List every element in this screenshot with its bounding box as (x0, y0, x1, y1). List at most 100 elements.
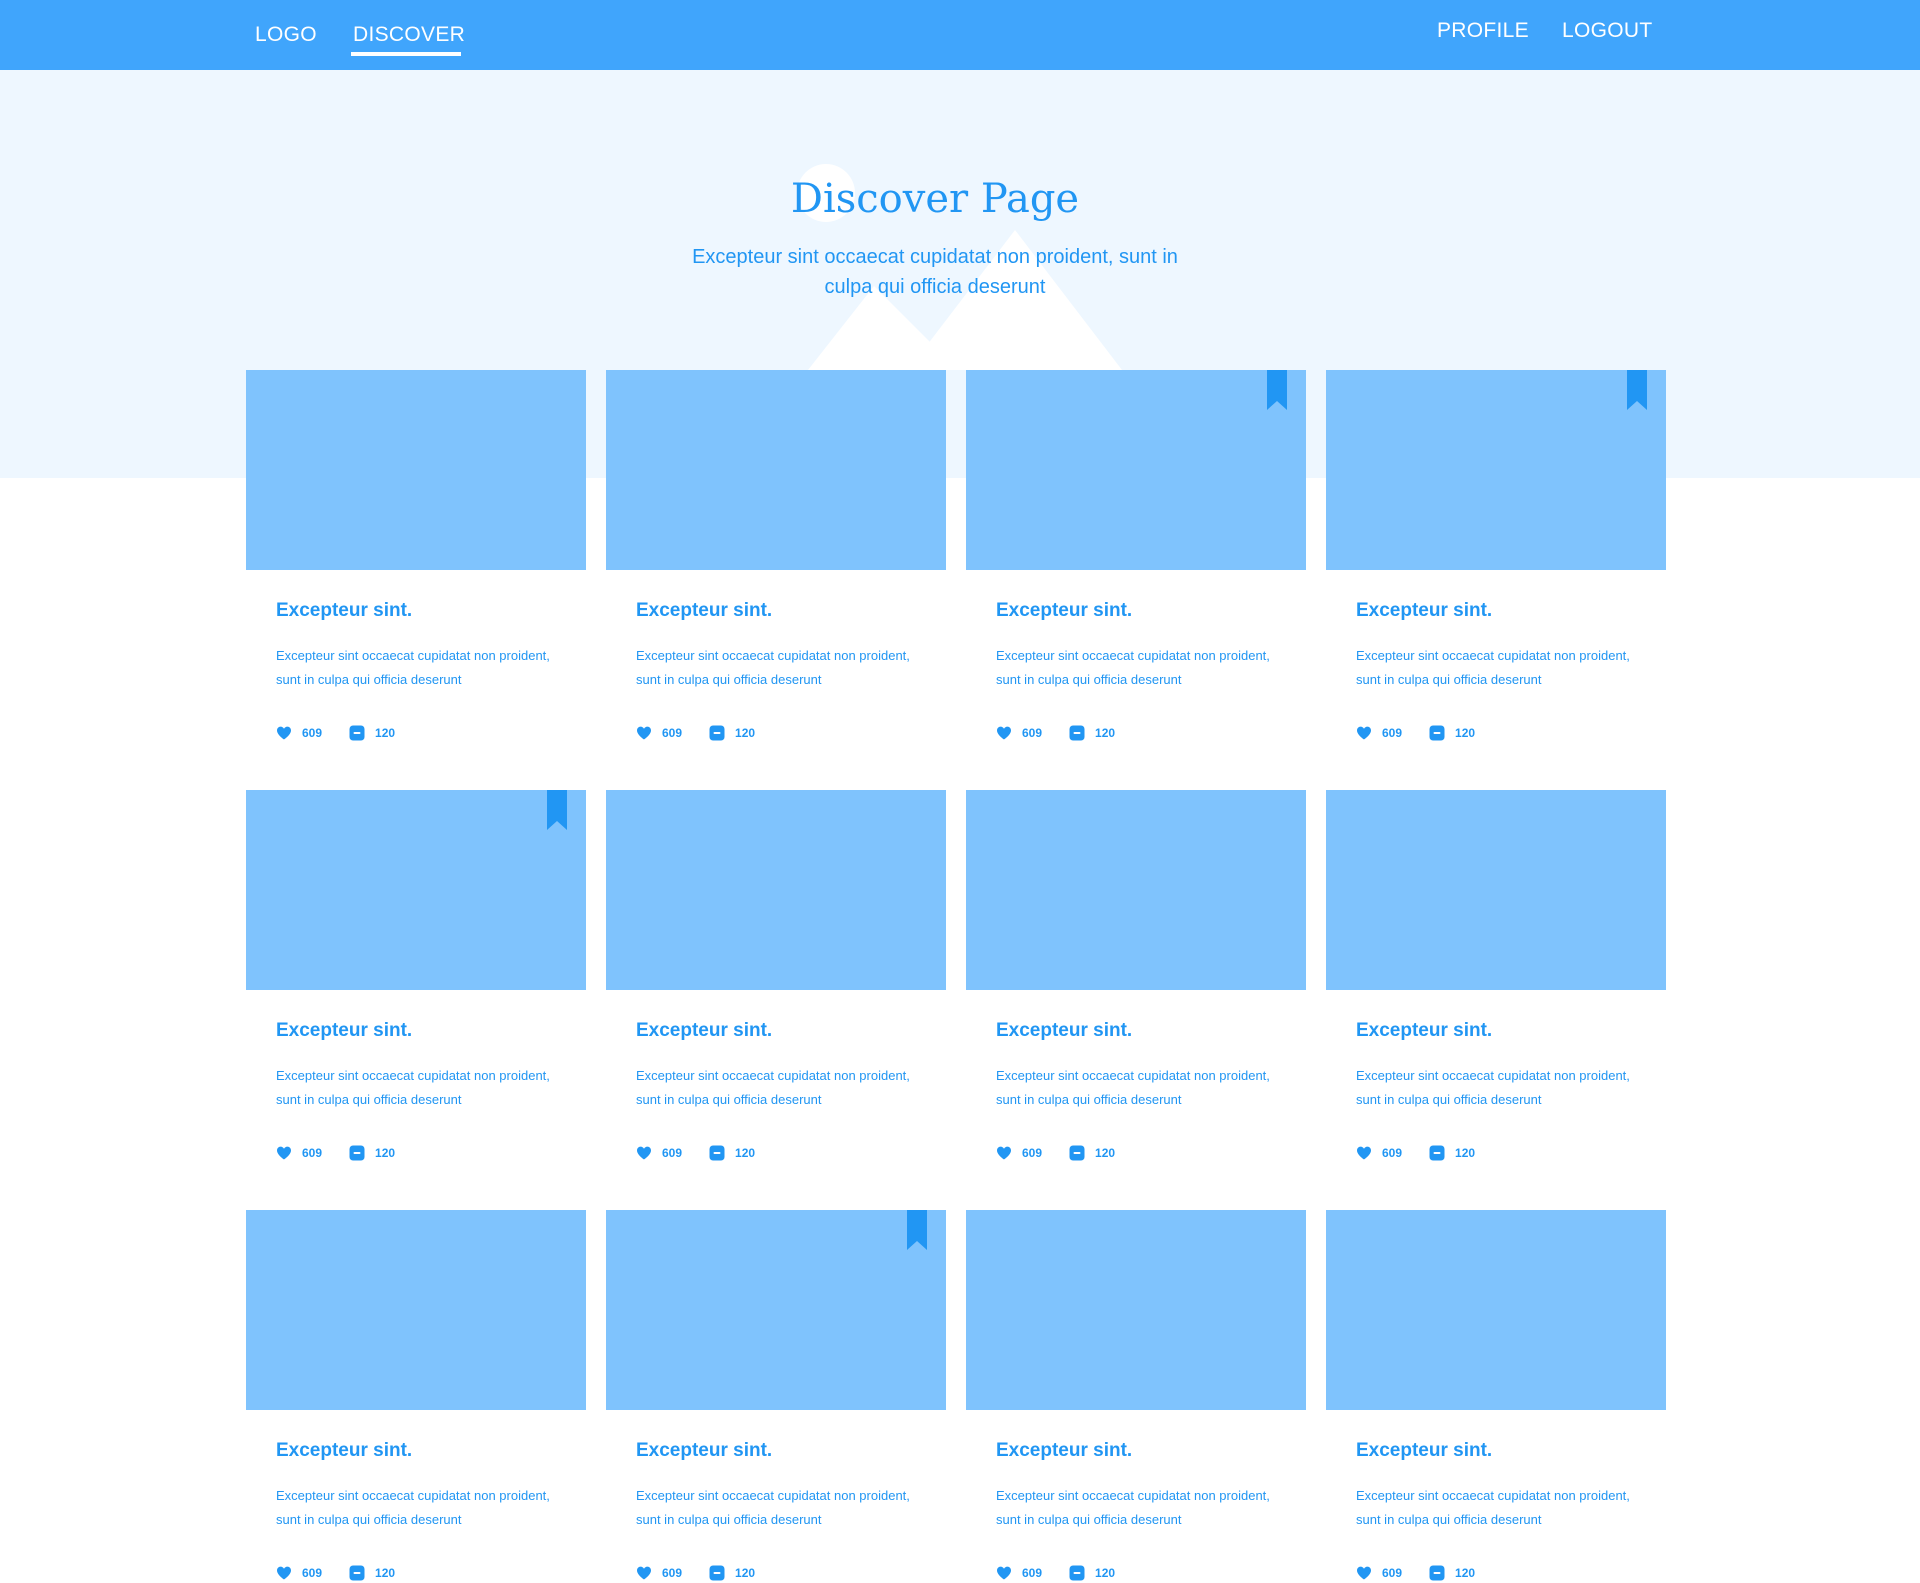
heart-icon[interactable] (636, 1565, 652, 1581)
bookmark-icon[interactable] (907, 1210, 927, 1250)
nav-discover-link[interactable]: DISCOVER (353, 23, 465, 47)
heart-icon[interactable] (636, 725, 652, 741)
content-card[interactable]: Excepteur sint. Excepteur sint occaecat … (246, 1210, 586, 1581)
like-count: 609 (1022, 1566, 1043, 1580)
card-stats: 609 120 (996, 723, 1115, 743)
comment-icon[interactable] (709, 1145, 725, 1161)
nav-profile-link[interactable]: PROFILE (1437, 19, 1529, 43)
content-card[interactable]: Excepteur sint. Excepteur sint occaecat … (1326, 370, 1666, 741)
comment-count: 120 (1095, 726, 1116, 740)
card-description: Excepteur sint occaecat cupidatat non pr… (996, 648, 1270, 687)
like-stat[interactable]: 609 (1356, 1565, 1402, 1581)
like-stat[interactable]: 609 (996, 1565, 1042, 1581)
content-card[interactable]: Excepteur sint. Excepteur sint occaecat … (606, 1210, 946, 1581)
comment-icon[interactable] (1069, 1145, 1085, 1161)
content-card[interactable]: Excepteur sint. Excepteur sint occaecat … (246, 370, 586, 741)
card-image-placeholder[interactable] (606, 1210, 946, 1410)
heart-icon[interactable] (276, 725, 292, 741)
comment-count: 120 (375, 1146, 396, 1160)
card-grid: Excepteur sint. Excepteur sint occaecat … (246, 370, 1668, 1581)
like-stat[interactable]: 609 (636, 1565, 682, 1581)
card-stats: 609 120 (636, 723, 755, 743)
comment-icon[interactable] (349, 725, 365, 741)
like-stat[interactable]: 609 (636, 725, 682, 741)
nav-logout-link[interactable]: LOGOUT (1562, 19, 1652, 43)
like-count: 609 (1022, 1146, 1043, 1160)
card-image-placeholder[interactable] (966, 790, 1306, 990)
card-image-placeholder[interactable] (1326, 370, 1666, 570)
heart-icon[interactable] (996, 725, 1012, 741)
heart-icon[interactable] (996, 1565, 1012, 1581)
card-image-placeholder[interactable] (966, 1210, 1306, 1410)
card-image-placeholder[interactable] (246, 1210, 586, 1410)
comment-icon[interactable] (1069, 1565, 1085, 1581)
heart-icon[interactable] (636, 1145, 652, 1161)
content-card[interactable]: Excepteur sint. Excepteur sint occaecat … (606, 790, 946, 1161)
card-image-placeholder[interactable] (606, 370, 946, 570)
card-image-placeholder[interactable] (1326, 1210, 1666, 1410)
bookmark-icon[interactable] (1627, 370, 1647, 410)
content-card[interactable]: Excepteur sint. Excepteur sint occaecat … (1326, 1210, 1666, 1581)
comment-count: 120 (1455, 1566, 1476, 1580)
comment-stat[interactable]: 120 (709, 1565, 755, 1581)
card-title: Excepteur sint. (276, 600, 413, 621)
heart-icon[interactable] (996, 1145, 1012, 1161)
like-stat[interactable]: 609 (1356, 725, 1402, 741)
bookmark-icon[interactable] (547, 790, 567, 830)
top-navigation-bar: LOGO DISCOVER PROFILE LOGOUT (0, 0, 1920, 70)
content-card[interactable]: Excepteur sint. Excepteur sint occaecat … (966, 1210, 1306, 1581)
comment-stat[interactable]: 120 (1429, 1145, 1475, 1161)
comment-count: 120 (1455, 726, 1476, 740)
card-image-placeholder[interactable] (966, 370, 1306, 570)
heart-icon[interactable] (1356, 1145, 1372, 1161)
comment-stat[interactable]: 120 (709, 725, 755, 741)
card-title: Excepteur sint. (996, 600, 1133, 621)
comment-icon[interactable] (1429, 1565, 1445, 1581)
like-stat[interactable]: 609 (996, 1145, 1042, 1161)
heart-icon[interactable] (1356, 725, 1372, 741)
bookmark-icon[interactable] (1267, 370, 1287, 410)
comment-count: 120 (735, 1146, 756, 1160)
content-card[interactable]: Excepteur sint. Excepteur sint occaecat … (1326, 790, 1666, 1161)
nav-logo-link[interactable]: LOGO (255, 23, 317, 47)
comment-stat[interactable]: 120 (1069, 1145, 1115, 1161)
content-card[interactable]: Excepteur sint. Excepteur sint occaecat … (246, 790, 586, 1161)
content-card[interactable]: Excepteur sint. Excepteur sint occaecat … (966, 370, 1306, 741)
like-stat[interactable]: 609 (996, 725, 1042, 741)
heart-icon[interactable] (1356, 1565, 1372, 1581)
card-image-placeholder[interactable] (246, 790, 586, 990)
comment-icon[interactable] (709, 1565, 725, 1581)
comment-stat[interactable]: 120 (1429, 1565, 1475, 1581)
comment-stat[interactable]: 120 (1069, 725, 1115, 741)
comment-icon[interactable] (1429, 725, 1445, 741)
heart-icon[interactable] (276, 1565, 292, 1581)
comment-stat[interactable]: 120 (349, 1145, 395, 1161)
like-count: 609 (302, 726, 323, 740)
like-count: 609 (1022, 726, 1043, 740)
card-image-placeholder[interactable] (1326, 790, 1666, 990)
card-title: Excepteur sint. (636, 600, 773, 621)
like-stat[interactable]: 609 (276, 1565, 322, 1581)
comment-icon[interactable] (349, 1565, 365, 1581)
comment-icon[interactable] (709, 725, 725, 741)
comment-stat[interactable]: 120 (349, 725, 395, 741)
comment-stat[interactable]: 120 (709, 1145, 755, 1161)
comment-icon[interactable] (1069, 725, 1085, 741)
comment-icon[interactable] (349, 1145, 365, 1161)
like-stat[interactable]: 609 (276, 725, 322, 741)
comment-stat[interactable]: 120 (1429, 725, 1475, 741)
card-image-placeholder[interactable] (606, 790, 946, 990)
card-image-placeholder[interactable] (246, 370, 586, 570)
like-stat[interactable]: 609 (636, 1145, 682, 1161)
content-card[interactable]: Excepteur sint. Excepteur sint occaecat … (966, 790, 1306, 1161)
card-title: Excepteur sint. (1356, 1440, 1493, 1461)
content-card[interactable]: Excepteur sint. Excepteur sint occaecat … (606, 370, 946, 741)
comment-stat[interactable]: 120 (349, 1565, 395, 1581)
like-stat[interactable]: 609 (276, 1145, 322, 1161)
like-stat[interactable]: 609 (1356, 1145, 1402, 1161)
comment-icon[interactable] (1429, 1145, 1445, 1161)
card-title: Excepteur sint. (1356, 600, 1493, 621)
comment-count: 120 (1095, 1146, 1116, 1160)
comment-stat[interactable]: 120 (1069, 1565, 1115, 1581)
heart-icon[interactable] (276, 1145, 292, 1161)
